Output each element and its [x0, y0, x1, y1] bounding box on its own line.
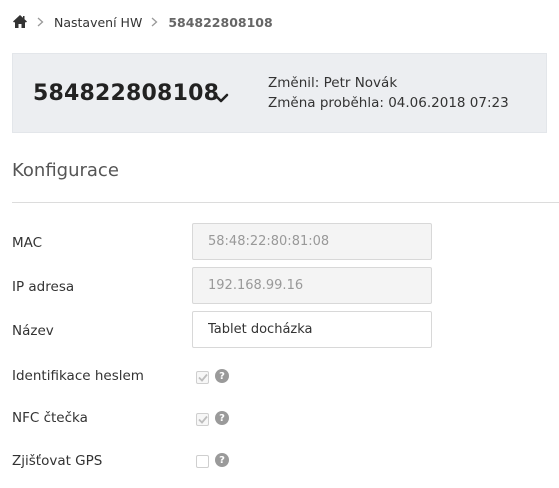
mac-field[interactable]: [192, 223, 432, 260]
gps-checkbox[interactable]: [196, 455, 209, 468]
section-divider: [12, 202, 559, 203]
help-icon[interactable]: ?: [215, 453, 229, 467]
breadcrumb-item-current: 584822808108: [168, 14, 273, 30]
changed-by: Změnil: Petr Novák: [268, 75, 398, 91]
mac-label: MAC: [12, 235, 43, 251]
home-icon[interactable]: [12, 14, 28, 30]
gps-label: Zjišťovat GPS: [12, 453, 103, 469]
nfc-label: NFC čtečka: [12, 410, 88, 426]
change-info: Změnil: Petr Novák Změna proběhla: 04.06…: [268, 73, 509, 113]
password-ident-label: Identifikace heslem: [12, 368, 144, 384]
help-icon[interactable]: ?: [215, 411, 229, 425]
section-title: Konfigurace: [12, 160, 119, 181]
name-field[interactable]: [192, 311, 432, 348]
chevron-right-icon: [37, 17, 45, 27]
chevron-right-icon: [151, 17, 159, 27]
breadcrumb-item-hw-settings[interactable]: Nastavení HW: [54, 15, 142, 30]
password-ident-checkbox[interactable]: [196, 371, 209, 384]
ip-label: IP adresa: [12, 279, 75, 295]
name-label: Název: [12, 323, 54, 339]
ip-address-field[interactable]: [192, 267, 432, 304]
device-header: 584822808108 Změnil: Petr Novák Změna pr…: [12, 53, 547, 133]
changed-at: Změna proběhla: 04.06.2018 07:23: [268, 95, 509, 111]
nfc-checkbox[interactable]: [196, 413, 209, 426]
device-id-selector[interactable]: 584822808108: [33, 81, 219, 106]
breadcrumb: Nastavení HW 584822808108: [12, 13, 273, 31]
help-icon[interactable]: ?: [215, 369, 229, 383]
chevron-down-icon[interactable]: [213, 89, 229, 103]
